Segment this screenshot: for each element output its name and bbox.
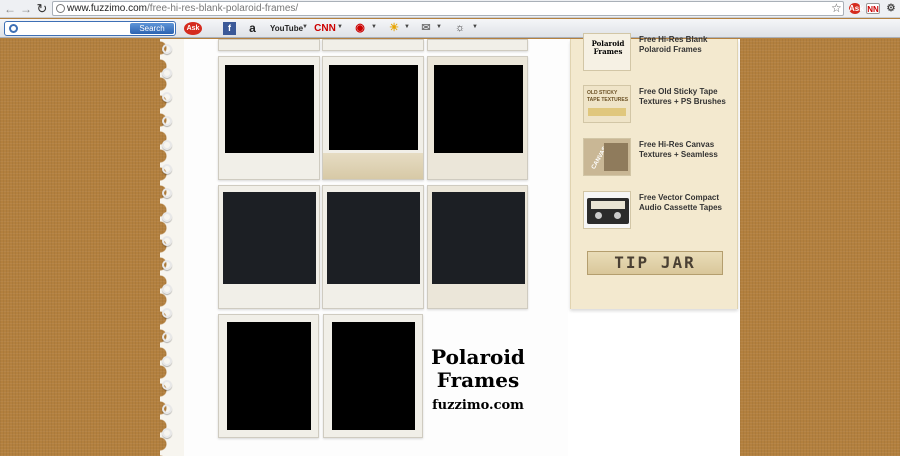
back-icon[interactable]: ← xyxy=(2,1,18,17)
polaroid-frame xyxy=(218,314,319,438)
weather-icon[interactable]: ☀ xyxy=(386,22,402,35)
cassette-icon xyxy=(587,198,629,224)
news-dropdown-icon[interactable]: ▼ xyxy=(371,24,377,30)
promo-title-line2: Frames xyxy=(436,368,520,392)
spiral-ring xyxy=(162,308,172,318)
cnn-icon[interactable]: CNN xyxy=(313,22,337,35)
sidebar-thumbnail: CANVAS xyxy=(583,138,631,176)
polaroid-frame xyxy=(427,39,528,51)
spiral-ring xyxy=(162,236,172,246)
toolbar-search-button[interactable]: Search xyxy=(130,23,174,34)
youtube-dropdown-icon[interactable]: ▼ xyxy=(302,24,308,30)
mail-dropdown-icon[interactable]: ▼ xyxy=(436,24,442,30)
promo-title-line1: Polaroid xyxy=(431,345,525,369)
globe-icon xyxy=(56,4,65,13)
mail-icon[interactable]: ✉ xyxy=(418,22,434,35)
reload-icon[interactable]: ↻ xyxy=(34,1,50,17)
spiral-ring xyxy=(162,212,172,222)
related-posts-sidebar: Polaroid Frames Free Hi-Res Blank Polaro… xyxy=(570,33,738,309)
spiral-ring xyxy=(162,284,172,294)
spiral-ring xyxy=(162,140,172,150)
url-path: /free-hi-res-blank-polaroid-frames/ xyxy=(147,3,299,14)
nn-extension-icon[interactable]: NN xyxy=(866,3,880,14)
polaroid-frame xyxy=(218,56,320,180)
tip-jar-button[interactable]: TIP JAR xyxy=(587,251,723,275)
ask-extension-icon[interactable]: Ask xyxy=(849,3,864,14)
sidebar-thumbnail: OLD STICKY TAPE TEXTURES xyxy=(583,85,631,123)
spiral-ring xyxy=(162,356,172,366)
sidebar-thumbnail xyxy=(583,191,631,229)
spiral-ring xyxy=(162,380,172,390)
sidebar-item-cassette-tapes[interactable]: Free Vector Compact Audio Cassette Tapes xyxy=(581,191,731,235)
sidebar-item-sticky-tape[interactable]: OLD STICKY TAPE TEXTURES Free Old Sticky… xyxy=(581,85,731,129)
spiral-ring xyxy=(162,68,172,78)
toolbar-search-box: Search xyxy=(4,21,176,36)
sidebar-thumbnail: Polaroid Frames xyxy=(583,33,631,71)
amazon-icon[interactable]: a xyxy=(246,22,259,35)
polaroid-photo xyxy=(227,322,311,430)
polaroid-frame xyxy=(322,56,424,180)
facebook-icon[interactable]: f xyxy=(223,22,236,35)
url-field[interactable]: www.fuzzimo.com/free-hi-res-blank-polaro… xyxy=(52,1,844,16)
spiral-ring xyxy=(162,188,172,198)
tools-icon[interactable]: ☼ xyxy=(450,22,470,35)
polaroid-frame xyxy=(323,314,423,438)
sidebar-item-label: Free Vector Compact Audio Cassette Tapes xyxy=(639,193,722,212)
polaroid-frame xyxy=(322,185,424,309)
search-toolbar: Search Ask f a YouTube ▼ CNN ▼ ◉ ▼ ☀ ▼ ✉… xyxy=(0,19,900,38)
spiral-ring xyxy=(162,44,172,54)
spiral-ring xyxy=(162,404,172,414)
spiral-ring xyxy=(162,260,172,270)
polaroid-photo xyxy=(329,65,418,150)
polaroid-frame xyxy=(427,56,528,180)
forward-icon[interactable]: → xyxy=(18,1,34,17)
tape-strip xyxy=(588,108,626,116)
burlap-background-right xyxy=(740,39,900,456)
url-host: www.fuzzimo.com xyxy=(67,3,148,14)
polaroid-frame xyxy=(427,185,528,309)
spiral-paper-edge xyxy=(160,39,184,456)
sidebar-item-polaroid-frames[interactable]: Polaroid Frames Free Hi-Res Blank Polaro… xyxy=(581,33,731,77)
polaroid-photo xyxy=(432,192,525,284)
promo-text: Polaroid Frames fuzzimo.com xyxy=(430,345,526,414)
sidebar-item-label: Free Old Sticky Tape Textures + PS Brush… xyxy=(639,87,726,106)
spiral-ring xyxy=(162,332,172,342)
news-icon[interactable]: ◉ xyxy=(352,22,368,35)
polaroid-frame xyxy=(218,185,320,309)
weather-dropdown-icon[interactable]: ▼ xyxy=(404,24,410,30)
burlap-background-left xyxy=(0,39,172,456)
thumb-caption: Polaroid Frames xyxy=(591,39,625,56)
tools-dropdown-icon[interactable]: ▼ xyxy=(472,24,478,30)
toolbar-search-input[interactable] xyxy=(22,22,132,35)
sidebar-item-label: Free Hi-Res Blank Polaroid Frames xyxy=(639,35,708,54)
wrench-icon[interactable]: ⚙ xyxy=(885,3,897,14)
polaroid-photo xyxy=(223,192,316,284)
polaroid-photo xyxy=(225,65,314,153)
polaroid-photo xyxy=(434,65,523,153)
sidebar-item-canvas-textures[interactable]: CANVAS Free Hi-Res Canvas Textures + Sea… xyxy=(581,138,731,182)
spiral-ring xyxy=(162,92,172,102)
search-icon xyxy=(9,24,18,33)
spiral-ring xyxy=(162,164,172,174)
canvas-swatch xyxy=(604,143,628,171)
address-bar: ← → ↻ www.fuzzimo.com/free-hi-res-blank-… xyxy=(0,0,900,18)
sidebar-item-label: Free Hi-Res Canvas Textures + Seamless xyxy=(639,140,718,159)
polaroid-photo xyxy=(327,192,420,284)
youtube-icon[interactable]: YouTube xyxy=(270,22,303,35)
spiral-ring xyxy=(162,116,172,126)
ask-logo-icon[interactable]: Ask xyxy=(184,22,202,35)
polaroid-frame xyxy=(218,39,320,51)
cnn-dropdown-icon[interactable]: ▼ xyxy=(337,24,343,30)
spiral-ring xyxy=(162,428,172,438)
promo-site: fuzzimo.com xyxy=(432,398,524,413)
polaroid-photo xyxy=(332,322,415,430)
thumb-caption: OLD STICKY TAPE TEXTURES xyxy=(587,90,629,103)
bookmark-star-icon[interactable]: ☆ xyxy=(831,1,842,15)
sticky-tape xyxy=(323,153,423,179)
polaroid-frame xyxy=(322,39,424,51)
